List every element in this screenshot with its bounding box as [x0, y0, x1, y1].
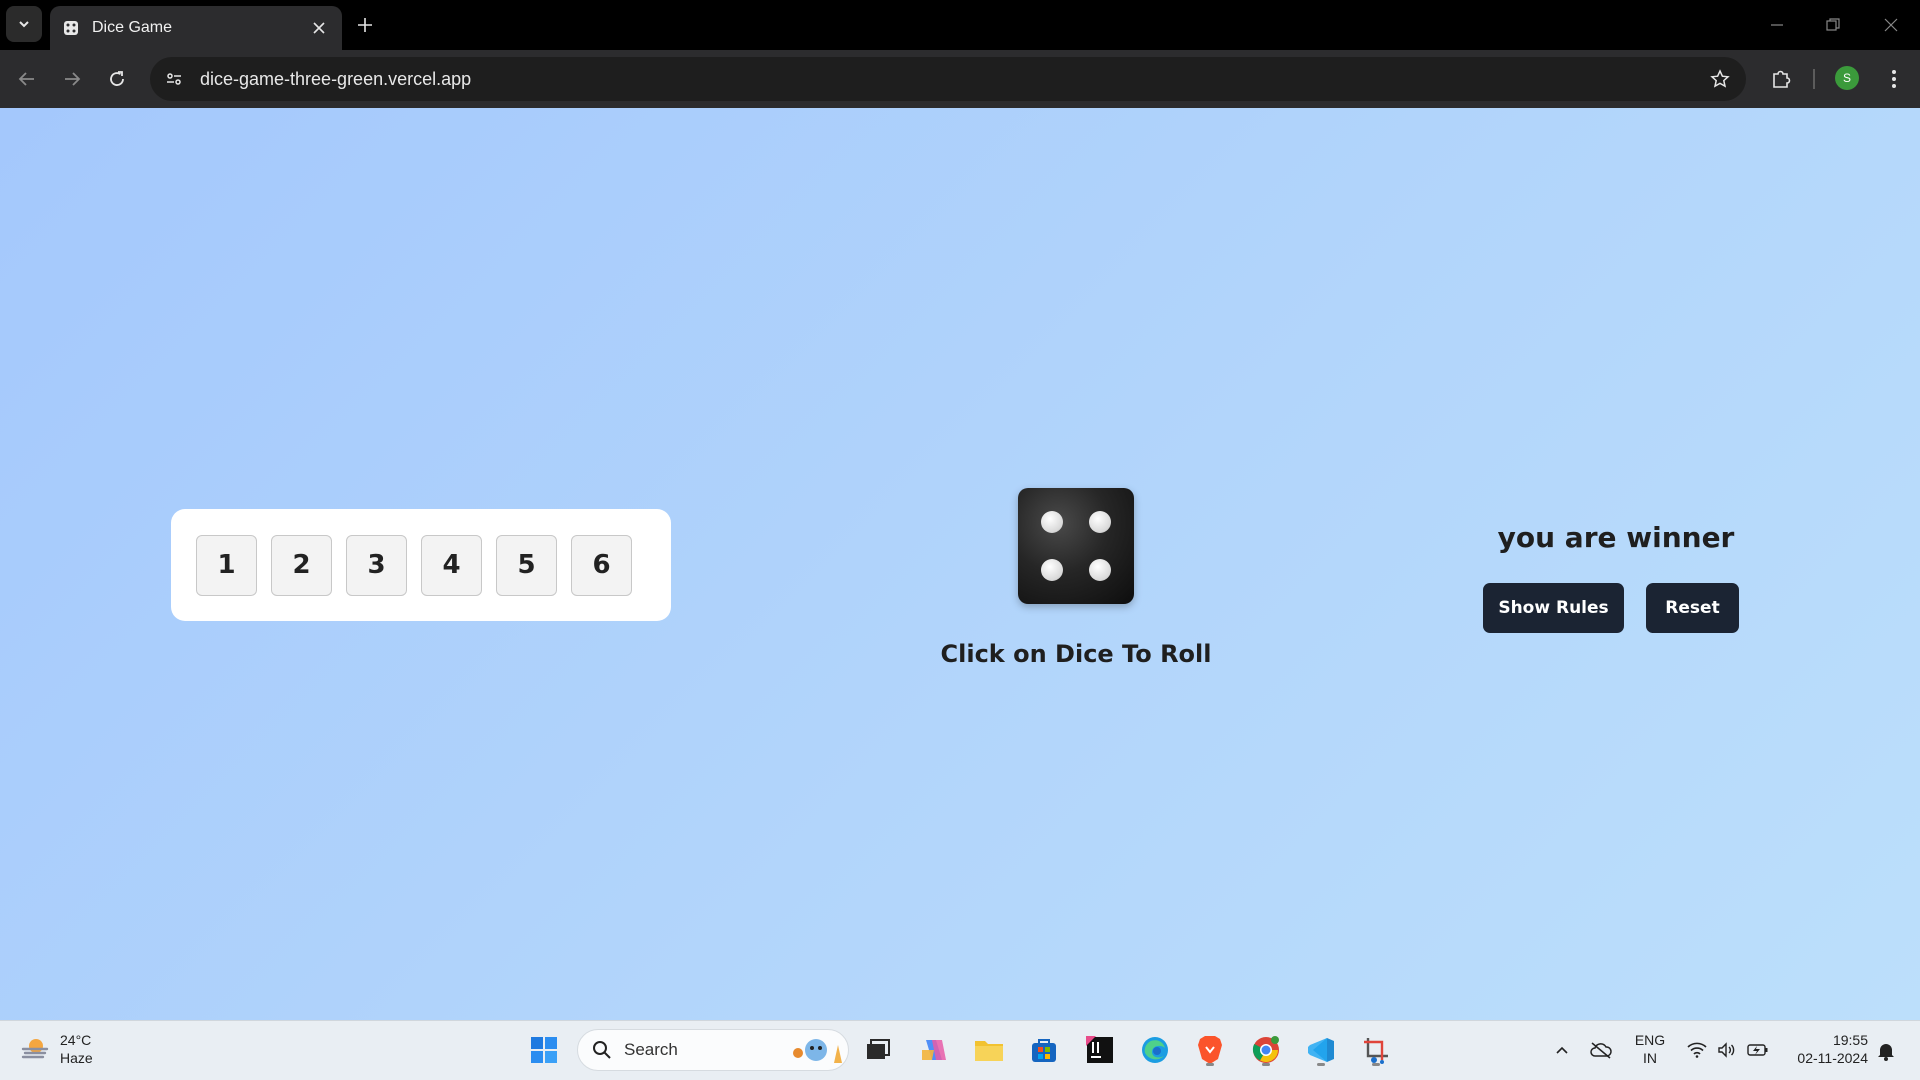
minimize-icon[interactable]: [1759, 10, 1795, 40]
browser-tab-bar: Dice Game: [0, 0, 1920, 50]
microsoft-store-icon[interactable]: [1025, 1031, 1063, 1069]
clock-time: 19:55: [1832, 1032, 1868, 1048]
extensions-puzzle-icon[interactable]: [1764, 63, 1798, 95]
address-bar[interactable]: dice-game-three-green.vercel.app: [150, 57, 1746, 101]
snipping-tool-icon[interactable]: [1357, 1031, 1395, 1069]
weather-desc: Haze: [60, 1050, 93, 1066]
dice-game-page: 123456 Click on Dice To Roll you are win…: [0, 108, 1920, 1020]
chrome-browser-icon[interactable]: [1247, 1031, 1285, 1069]
search-placeholder: Search: [624, 1040, 678, 1059]
chevron-down-icon: [19, 21, 29, 28]
dice-pip: [1041, 511, 1063, 533]
number-option-2[interactable]: 2: [271, 534, 332, 596]
forward-arrow-icon[interactable]: [56, 63, 88, 95]
more-vertical-icon[interactable]: [1880, 63, 1908, 95]
number-option-5[interactable]: 5: [496, 534, 557, 596]
restore-icon[interactable]: [1815, 10, 1851, 40]
number-selector: 123456: [171, 509, 671, 621]
intellij-idea-icon[interactable]: [1081, 1031, 1119, 1069]
language-code: ENG: [1634, 1032, 1666, 1048]
region-code: IN: [1643, 1050, 1657, 1066]
volume-icon[interactable]: [1715, 1039, 1739, 1061]
roll-hint-text: Click on Dice To Roll: [940, 640, 1212, 668]
running-indicator: [1317, 1063, 1325, 1066]
reset-button[interactable]: Reset: [1646, 583, 1739, 633]
url-text[interactable]: dice-game-three-green.vercel.app: [200, 69, 1702, 90]
profile-avatar[interactable]: S: [1835, 66, 1859, 90]
notification-bell-icon[interactable]: [1874, 1039, 1898, 1063]
reload-icon[interactable]: [101, 63, 133, 95]
task-view-icon[interactable]: [859, 1031, 897, 1069]
new-tab-plus-icon[interactable]: [352, 12, 378, 38]
dice-pip: [1041, 559, 1063, 581]
windows-taskbar: 24°C Haze Search ENG IN 19:55 02-11-2024: [0, 1020, 1920, 1080]
file-explorer-icon[interactable]: [970, 1031, 1008, 1069]
copilot-icon[interactable]: [915, 1031, 953, 1069]
site-settings-icon[interactable]: [154, 59, 194, 99]
bookmark-star-icon[interactable]: [1702, 61, 1738, 97]
vscode-icon[interactable]: [1302, 1031, 1340, 1069]
search-highlight-icon: [793, 1039, 842, 1063]
close-window-icon[interactable]: [1873, 10, 1909, 40]
number-option-1[interactable]: 1: [196, 534, 257, 596]
search-icon: [593, 1041, 611, 1059]
number-option-4[interactable]: 4: [421, 534, 482, 596]
running-indicator: [1262, 1063, 1270, 1066]
brave-browser-icon[interactable]: [1191, 1031, 1229, 1069]
dice-favicon-icon: [62, 19, 80, 37]
haze-weather-icon: [21, 1039, 49, 1059]
onedrive-offline-icon[interactable]: [1588, 1039, 1614, 1061]
result-text: you are winner: [1497, 521, 1735, 554]
windows-start-icon[interactable]: [525, 1031, 563, 1069]
toolbar-divider: [1813, 69, 1815, 89]
system-clock[interactable]: 19:55 02-11-2024: [1778, 1031, 1868, 1067]
language-indicator[interactable]: ENG IN: [1630, 1031, 1670, 1067]
dice-pip: [1089, 559, 1111, 581]
taskbar-search[interactable]: Search: [577, 1029, 849, 1071]
show-rules-button[interactable]: Show Rules: [1483, 583, 1624, 633]
back-arrow-icon[interactable]: [11, 63, 43, 95]
clock-date: 02-11-2024: [1797, 1050, 1868, 1066]
weather-temp: 24°C: [60, 1032, 92, 1048]
tab-title: Dice Game: [92, 19, 173, 36]
dice-pip: [1089, 511, 1111, 533]
weather-widget[interactable]: 24°C Haze: [20, 1031, 93, 1067]
battery-charging-icon[interactable]: [1745, 1039, 1771, 1061]
edge-browser-icon[interactable]: [1136, 1031, 1174, 1069]
wifi-icon[interactable]: [1685, 1039, 1709, 1061]
running-indicator: [1206, 1063, 1214, 1066]
close-tab-icon[interactable]: [308, 17, 330, 39]
running-indicator: [1372, 1063, 1380, 1066]
number-option-6[interactable]: 6: [571, 534, 632, 596]
browser-toolbar: dice-game-three-green.vercel.app S: [0, 50, 1920, 108]
show-hidden-icons-chevron-icon[interactable]: [1551, 1039, 1573, 1061]
browser-tab[interactable]: Dice Game: [50, 6, 342, 50]
number-option-3[interactable]: 3: [346, 534, 407, 596]
dice-button[interactable]: [1018, 488, 1134, 604]
tab-search-button[interactable]: [6, 6, 42, 42]
